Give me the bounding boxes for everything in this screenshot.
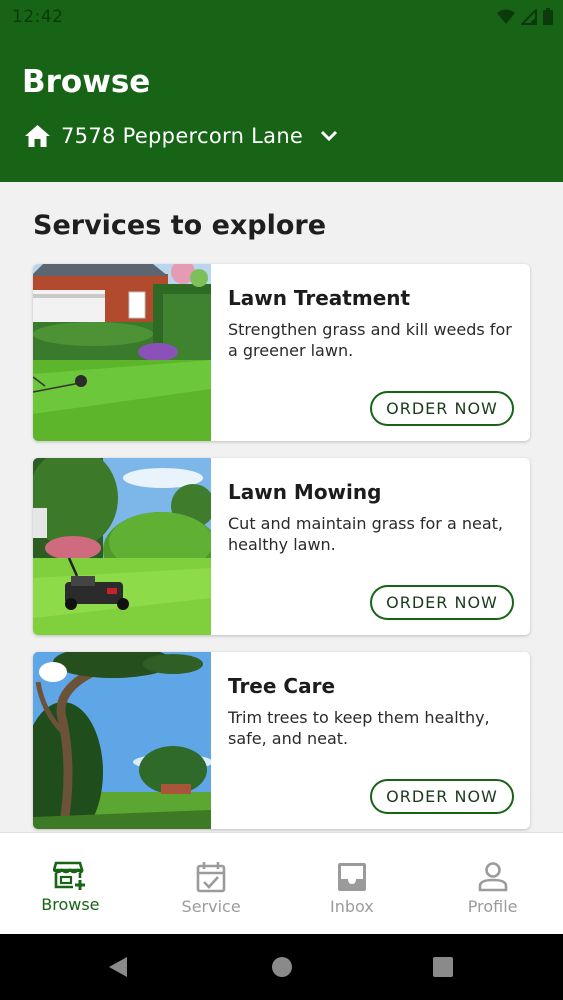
person-icon (478, 862, 507, 892)
nav-tab-service[interactable]: Service (141, 833, 282, 934)
status-bar: 12:42 (0, 0, 563, 34)
nav-label: Browse (41, 895, 100, 914)
chevron-down-icon (321, 130, 338, 142)
home-button-icon[interactable] (271, 956, 293, 978)
nav-tab-browse[interactable]: Browse (0, 833, 141, 934)
browse-store-icon (53, 861, 86, 890)
service-description: Trim trees to keep them healthy, safe, a… (228, 708, 490, 748)
nav-tab-profile[interactable]: Profile (422, 833, 563, 934)
bottom-navigation: Browse Service Inbox Profile (0, 832, 563, 934)
service-description: Cut and maintain grass for a neat, healt… (228, 514, 504, 554)
order-now-button[interactable]: ORDER NOW (370, 391, 514, 426)
home-icon (25, 125, 50, 147)
lawn-treatment-image (33, 264, 211, 441)
service-title: Lawn Treatment (228, 286, 411, 310)
service-title: Lawn Mowing (228, 480, 382, 504)
service-card-lawn-treatment: Lawn Treatment Strengthen grass and kill… (33, 264, 530, 441)
section-title: Services to explore (33, 210, 327, 241)
recents-icon[interactable] (433, 957, 453, 977)
nav-label: Service (181, 897, 241, 916)
back-icon[interactable] (107, 956, 129, 978)
nav-tab-inbox[interactable]: Inbox (282, 833, 423, 934)
system-navigation-bar (0, 934, 563, 1000)
app-header: 12:42 Browse 7578 Peppercorn Lane (0, 0, 563, 182)
lawn-mowing-image (33, 458, 211, 635)
wifi-icon (497, 9, 515, 24)
service-description: Strengthen grass and kill weeds for a gr… (228, 320, 512, 360)
tree-care-image (33, 652, 211, 829)
nav-label: Profile (467, 897, 518, 916)
service-card-lawn-mowing: Lawn Mowing Cut and maintain grass for a… (33, 458, 530, 635)
order-now-button[interactable]: ORDER NOW (370, 585, 514, 620)
inbox-icon (337, 863, 366, 891)
status-time: 12:42 (12, 7, 64, 27)
signal-icon (521, 8, 537, 25)
battery-icon (543, 8, 553, 25)
order-now-button[interactable]: ORDER NOW (370, 779, 514, 814)
address-text: 7578 Peppercorn Lane (61, 124, 304, 148)
address-selector[interactable]: 7578 Peppercorn Lane (24, 124, 339, 148)
nav-label: Inbox (329, 897, 374, 916)
service-card-tree-care: Tree Care Trim trees to keep them health… (33, 652, 530, 829)
calendar-check-icon (196, 862, 226, 893)
page-title: Browse (22, 64, 151, 100)
status-icons (497, 8, 553, 25)
service-title: Tree Care (228, 674, 336, 698)
